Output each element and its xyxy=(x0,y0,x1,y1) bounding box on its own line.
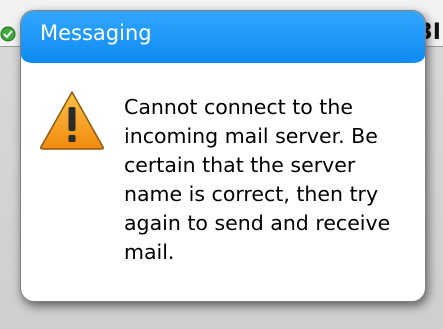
dialog-titlebar[interactable]: Messaging xyxy=(21,11,425,63)
messaging-dialog[interactable]: Messaging Cannot connect to the incoming… xyxy=(20,10,426,302)
warning-icon xyxy=(40,91,104,150)
dialog-message: Cannot connect to the incoming mail serv… xyxy=(124,95,391,264)
green-check-icon xyxy=(0,26,16,42)
dialog-title: Messaging xyxy=(40,21,152,45)
